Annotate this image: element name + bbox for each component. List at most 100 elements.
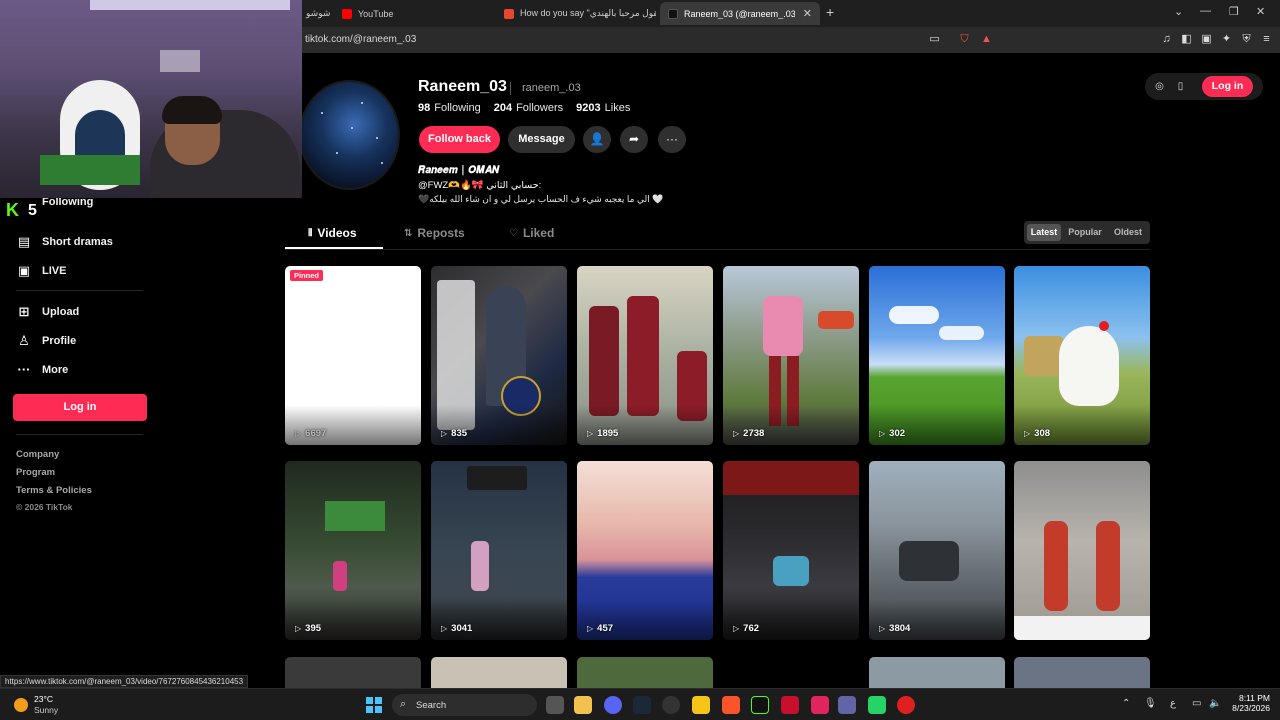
upload-icon: ⊞ — [18, 304, 30, 319]
url-field[interactable]: tiktok.com/@raneem_.03 — [305, 34, 416, 45]
video-card[interactable]: ▷ 457 — [577, 461, 713, 640]
footer-link-program[interactable]: Program — [16, 467, 55, 478]
minimize-icon[interactable]: — — [1200, 5, 1211, 17]
discord-icon[interactable] — [604, 696, 622, 714]
sort-popular[interactable]: Popular — [1065, 224, 1105, 241]
video-card[interactable] — [869, 657, 1005, 688]
wallet-icon[interactable]: ▣ — [1200, 33, 1213, 46]
vpn-icon[interactable]: ⛨ — [1240, 33, 1253, 46]
kick-icon[interactable] — [751, 696, 769, 714]
rewards-icon[interactable]: ▲ — [980, 33, 993, 46]
clock[interactable]: 8:11 PM 8/23/2026 — [1224, 693, 1270, 713]
sort-latest[interactable]: Latest — [1027, 224, 1061, 241]
file-explorer-icon[interactable] — [574, 696, 592, 714]
obs-icon[interactable] — [662, 696, 680, 714]
device-icon[interactable]: ▯ — [1174, 80, 1187, 93]
followers-stat[interactable]: 204 Followers — [494, 102, 563, 114]
volume-icon[interactable]: 🔈 — [1209, 698, 1221, 709]
tab-how-do-you-say[interactable]: How do you say "نقول مرحبا بالهندي" - — [496, 2, 656, 25]
chevron-down-icon[interactable]: ⌄ — [1174, 5, 1183, 18]
sort-oldest[interactable]: Oldest — [1109, 224, 1147, 241]
chevron-up-icon[interactable]: ⌃ — [1122, 698, 1130, 709]
whatsapp-icon[interactable] — [868, 696, 886, 714]
video-card[interactable]: ▷ 3804 — [869, 461, 1005, 640]
taskbar-search[interactable]: ⌕ Search — [392, 694, 537, 716]
cast-icon[interactable]: ▭ — [928, 33, 941, 46]
sidebar-item-profile[interactable]: ♙ Profile — [16, 333, 76, 349]
menu-icon[interactable]: ≡ — [1260, 33, 1273, 46]
app-icon[interactable] — [781, 696, 799, 714]
video-card[interactable]: ▷ 835 — [431, 266, 567, 445]
tab-videos[interactable]: ⦀ Videos — [308, 226, 357, 240]
weather-icon[interactable] — [14, 698, 28, 712]
coins-icon[interactable]: ◎ — [1153, 80, 1166, 93]
weather-condition: Sunny — [34, 705, 59, 715]
music-icon[interactable]: ♫ — [1160, 33, 1173, 46]
video-card[interactable]: ▷ 395 — [285, 461, 421, 640]
app-icon[interactable] — [692, 696, 710, 714]
sidebar-item-more[interactable]: ··· More — [16, 362, 69, 378]
microphone-icon[interactable]: 🎙 — [1144, 698, 1157, 709]
maximize-icon[interactable]: ❐ — [1229, 5, 1239, 18]
message-button[interactable]: Message — [508, 126, 575, 153]
video-card[interactable]: ▷ 3041 — [431, 461, 567, 640]
tab-liked[interactable]: ♡ Liked — [509, 226, 554, 240]
video-card[interactable]: ▷ 302 — [869, 266, 1005, 445]
video-card[interactable]: ▷ 1895 — [577, 266, 713, 445]
footer-link-company[interactable]: Company — [16, 449, 59, 460]
teams-icon[interactable] — [838, 696, 856, 714]
tab-reposts[interactable]: ⇅ Reposts — [404, 226, 465, 240]
sidebar-item-upload[interactable]: ⊞ Upload — [16, 304, 80, 320]
view-count: 2738 — [743, 428, 765, 439]
video-card[interactable] — [285, 657, 421, 688]
language-indicator[interactable]: ع — [1170, 698, 1176, 709]
more-options-icon[interactable]: ··· — [658, 126, 686, 153]
video-card[interactable]: ▷ 308 — [1014, 266, 1150, 445]
profile-avatar[interactable] — [299, 80, 400, 190]
sidebar-item-short-dramas[interactable]: ▤ Short dramas — [16, 234, 113, 250]
steam-icon[interactable] — [633, 696, 651, 714]
video-card[interactable] — [577, 657, 713, 688]
divider — [285, 249, 1150, 250]
tab-youtube[interactable]: YouTube — [334, 2, 484, 25]
grid-icon: ⦀ — [308, 227, 313, 239]
sidebar-item-label: Upload — [42, 306, 80, 318]
video-card[interactable] — [1014, 657, 1150, 688]
play-icon: ▷ — [733, 429, 740, 438]
video-card[interactable] — [431, 657, 567, 688]
start-menu-icon[interactable] — [366, 697, 382, 713]
brave-shield-icon[interactable]: ⛉ — [958, 33, 971, 46]
window-close-icon[interactable]: ✕ — [1256, 5, 1265, 18]
search-label: Search — [416, 700, 447, 711]
new-tab-icon[interactable]: + — [826, 4, 834, 20]
sidebar-icon[interactable]: ◧ — [1180, 33, 1193, 46]
video-card[interactable]: Pinned ▷ 6697 — [285, 266, 421, 445]
video-card[interactable]: ▷ 762 — [723, 461, 859, 640]
follow-back-button[interactable]: Follow back — [419, 126, 500, 153]
tab-tiktok[interactable]: Raneem_03 (@raneem_.03) | TikTok ✕ — [660, 2, 820, 25]
task-view-icon[interactable] — [546, 696, 564, 714]
add-friend-icon[interactable]: 👤 — [583, 126, 611, 153]
divider — [510, 82, 511, 95]
weather-temp: 23°C — [34, 694, 53, 704]
app-icon[interactable] — [811, 696, 829, 714]
following-stat[interactable]: 98 Following — [418, 102, 481, 114]
clock-time: 8:11 PM — [1238, 693, 1270, 703]
divider — [16, 434, 143, 435]
tab-1[interactable]: شوشو — [298, 2, 336, 25]
close-icon[interactable]: ✕ — [803, 7, 812, 20]
share-icon[interactable]: ➦ — [620, 126, 648, 153]
brave-icon[interactable] — [722, 696, 740, 714]
sidebar-login-button[interactable]: Log in — [13, 394, 147, 421]
network-icon[interactable]: ▭ — [1192, 698, 1201, 709]
video-card[interactable]: ▷ 2738 — [723, 266, 859, 445]
video-card[interactable] — [1014, 461, 1150, 640]
leo-icon[interactable]: ✦ — [1220, 33, 1233, 46]
header-login-button[interactable]: Log in — [1202, 76, 1253, 97]
footer-link-terms[interactable]: Terms & Policies — [16, 485, 92, 496]
sidebar-item-live[interactable]: ▣ LIVE — [16, 263, 67, 279]
app-icon[interactable] — [897, 696, 915, 714]
likes-stat: 9203 Likes — [576, 102, 630, 114]
view-count: 3804 — [889, 623, 911, 634]
tab-label: شوشو — [306, 8, 331, 18]
